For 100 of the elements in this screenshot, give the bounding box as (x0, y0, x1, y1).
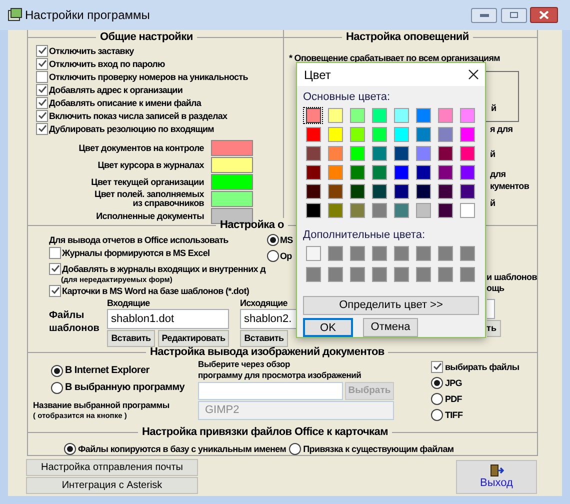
checkbox[interactable] (36, 110, 48, 122)
color-swatch[interactable] (416, 267, 430, 282)
radio-button[interactable] (64, 442, 76, 454)
color-swatch[interactable] (350, 246, 364, 261)
radio-label: JPG (445, 376, 462, 388)
cancel-button[interactable]: Отмена (363, 318, 418, 337)
option-label: Отключить заставку (49, 44, 134, 56)
checkbox[interactable] (431, 360, 443, 372)
option-label: Карточки в MS Word на базе шаблонов (*.dot) (62, 284, 249, 296)
color-swatch[interactable] (438, 267, 452, 282)
color-swatch[interactable] (372, 246, 386, 261)
checkbox[interactable] (36, 122, 48, 134)
color-swatch[interactable] (372, 267, 386, 282)
radio-label: PDF (445, 392, 462, 404)
checkbox[interactable] (36, 84, 48, 96)
section-title: Общие настройки (99, 30, 194, 44)
option-label: Включить показ числа записей в разделах (49, 110, 228, 122)
close-icon[interactable] (468, 69, 479, 80)
window-title: Настройки программы (25, 7, 150, 24)
option-label: Добавлять описание к имени файла (49, 96, 202, 108)
basic-colors-label: Основные цвета: (303, 91, 392, 104)
option-label: выбирать файлы (445, 360, 520, 372)
color-swatch[interactable] (211, 140, 253, 156)
color-swatch[interactable] (416, 246, 430, 261)
label-fragment: я для (490, 123, 514, 135)
color-swatch[interactable] (211, 191, 253, 207)
radio-button[interactable] (267, 250, 279, 262)
checkbox[interactable] (49, 247, 61, 259)
option-label: Дублировать резолюцию по входящим (49, 122, 214, 134)
radio-label: В выбранную программу (65, 381, 185, 394)
close-icon (539, 11, 549, 19)
color-swatch[interactable] (460, 246, 474, 261)
checkbox[interactable] (36, 44, 48, 56)
color-swatch[interactable] (328, 246, 342, 261)
close-button[interactable] (530, 7, 558, 23)
color-swatch[interactable] (306, 267, 320, 282)
radio-button[interactable] (51, 364, 63, 376)
option-label: Отключить вход по паролю (49, 58, 165, 70)
option-label: Добавлять адрес к организации (49, 84, 183, 96)
radio-label: Привязка к существующим файлам (303, 442, 454, 454)
radio-label: MS (280, 234, 293, 246)
color-swatch[interactable] (302, 106, 324, 125)
template-button[interactable]: ть (486, 320, 501, 337)
label-fragment: и шаблонов (486, 272, 537, 283)
template-button[interactable]: Редактировать (158, 330, 229, 347)
label-fragment: й (490, 148, 496, 160)
color-label: Цвет документов на контроле (78, 144, 204, 152)
checkbox[interactable] (49, 284, 61, 296)
checkbox[interactable] (36, 58, 48, 70)
minimize-icon (480, 14, 488, 16)
door-exit-icon (490, 464, 504, 477)
color-swatch[interactable] (394, 267, 408, 282)
maximize-icon (510, 12, 518, 18)
checkbox[interactable] (36, 96, 48, 108)
color-swatch[interactable] (211, 157, 253, 173)
option-label: Добавлять в журналы входящих и внутренних д (62, 262, 266, 274)
maximize-button[interactable] (501, 8, 527, 22)
section-title: Настройка о (219, 218, 285, 232)
radio-label: В Internet Explorer (65, 364, 150, 377)
label-fragment: й (490, 197, 496, 209)
radio-button[interactable] (267, 234, 279, 246)
radio-label: Файлы копируются в базу с уникальным именем (78, 442, 286, 454)
files-label: Файлы шаблонов (49, 309, 100, 336)
input-field[interactable] (486, 299, 495, 319)
color-swatch[interactable] (306, 246, 320, 261)
radio-button[interactable] (431, 392, 443, 404)
custom-colors-label: Дополнительные цвета: (303, 229, 426, 242)
settings-button[interactable]: Интеграция с Asterisk (26, 477, 198, 494)
color-label: Цвет текущей организации (91, 178, 204, 186)
color-swatch[interactable] (460, 267, 474, 282)
color-swatch[interactable] (328, 267, 342, 282)
exit-button[interactable]: Выход (456, 460, 537, 494)
color-swatch[interactable] (438, 246, 452, 261)
ok-button[interactable]: OK (303, 318, 353, 337)
radio-button[interactable] (289, 442, 302, 454)
color-label: Цвет курсора в журналах (98, 160, 204, 170)
program-name-label: Название выбранной программы (33, 400, 170, 411)
minimize-button[interactable] (471, 8, 497, 22)
template-button[interactable]: Вставить (240, 330, 288, 347)
settings-button[interactable]: Настройка отправления почты (26, 459, 198, 476)
color-label: Цвет полей. заполняемых из справочников (94, 190, 204, 208)
input-field[interactable]: shablon1.dot (107, 309, 229, 329)
label-fragment: ощь (486, 283, 506, 294)
section-title: Настройка оповещений (345, 30, 470, 44)
label-fragment: для (490, 168, 507, 180)
color-swatch[interactable] (394, 246, 408, 261)
section-title: Настройка вывода изображений документов (149, 345, 386, 359)
notification-note: * Оповещение срабатывает по всем организациям (288, 52, 501, 64)
radio-button[interactable] (51, 382, 63, 394)
option-label: Журналы формируются в MS Excel (62, 247, 210, 259)
input-field[interactable] (198, 382, 343, 400)
checkbox[interactable] (36, 70, 48, 82)
color-label: Исполненные документы (96, 212, 204, 220)
color-swatch[interactable] (350, 267, 364, 282)
radio-button[interactable] (431, 408, 443, 420)
template-button[interactable]: Вставить (107, 330, 155, 347)
define-color-button[interactable]: Определить цвет >> (303, 296, 479, 315)
radio-button[interactable] (431, 376, 443, 388)
color-swatch[interactable] (211, 174, 253, 190)
checkbox[interactable] (49, 262, 61, 274)
